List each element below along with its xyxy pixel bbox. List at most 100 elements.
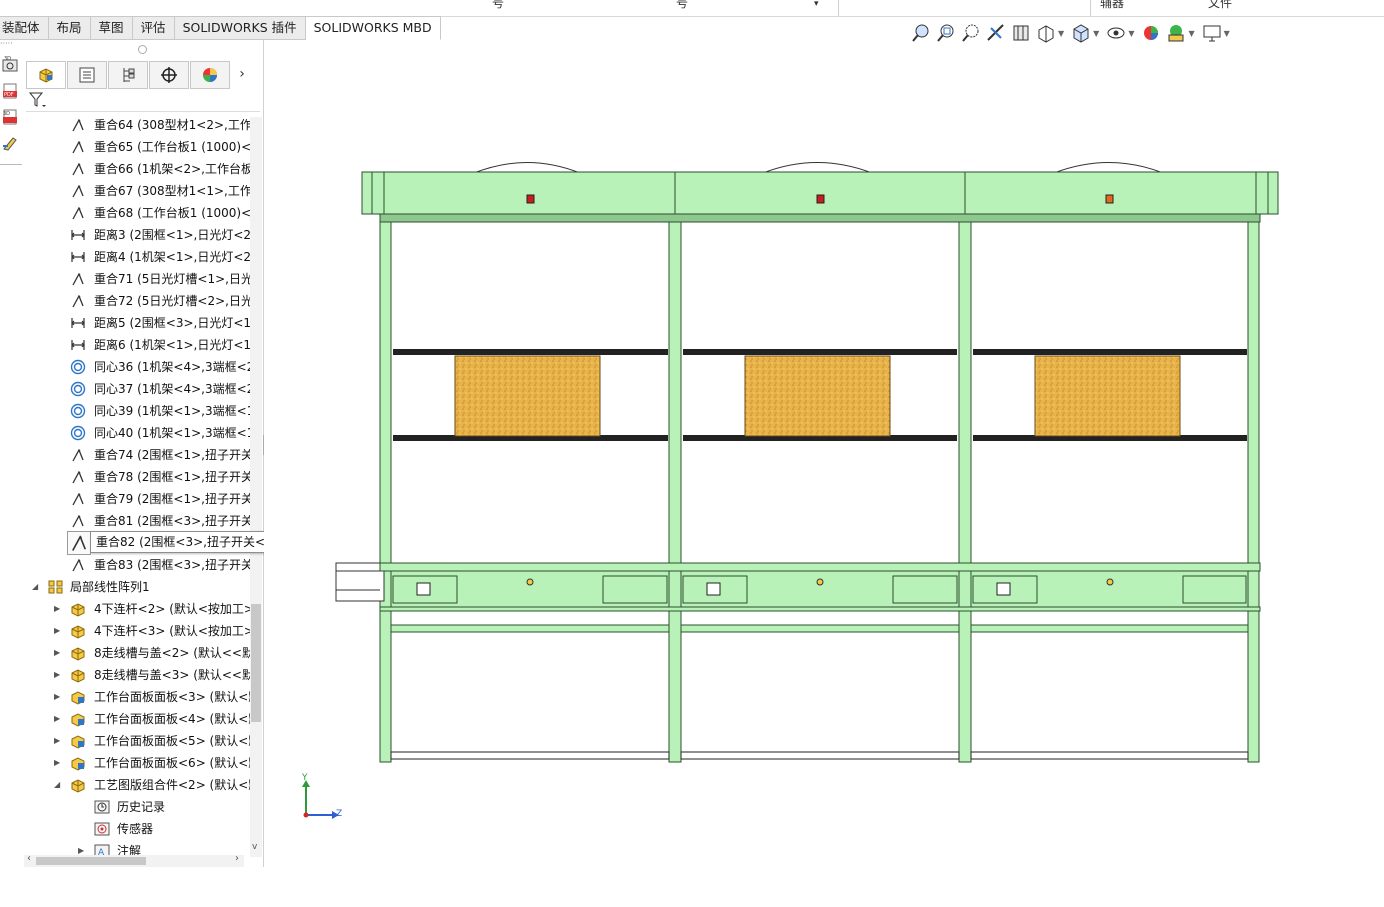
scrollbar-thumb[interactable] [251,604,261,722]
display-style-icon[interactable] [1070,22,1092,44]
tab-evaluate[interactable]: 评估 [132,16,175,40]
expand-arrow-icon[interactable]: ▶ [54,664,60,686]
3d-pdf-icon[interactable]: 3D [1,108,19,126]
model-view[interactable] [264,40,1384,867]
mate-row[interactable]: 距离4 (1机架<1>,日光灯<2> [22,246,250,268]
mate-row[interactable]: 重合78 (2围框<1>,扭子开关 [22,466,250,488]
tree-row[interactable]: ▶ 工作台面板面板<4> (默认<默 [22,708,250,730]
command-label[interactable]: 号 [676,0,688,11]
mate-row[interactable]: 重合72 (5日光灯槽<2>,日光 [22,290,250,312]
expand-arrow-icon[interactable]: ▶ [54,752,60,774]
graphics-area[interactable]: Y Z [264,40,1384,867]
command-label[interactable]: 辅器 [1100,0,1124,11]
pdf-export-icon[interactable]: PDF [1,82,19,100]
edit-appearance-icon[interactable] [1140,22,1162,44]
configurationmanager-tab[interactable] [108,61,148,89]
distance-mate-icon [71,318,85,328]
expand-arrow-icon[interactable]: ▶ [54,730,60,752]
mate-row[interactable]: 同心36 (1机架<4>,3端框<2 [22,356,250,378]
svg-text:3D: 3D [3,111,10,117]
expand-arrow-icon[interactable]: ▶ [54,686,60,708]
dimxpert-tab[interactable] [149,61,189,89]
tree-row-label: 同心37 (1机架<4>,3端框<2 [94,382,250,396]
propertymanager-tab[interactable] [67,61,107,89]
panel-grip-icon[interactable] [138,45,147,54]
mate-row[interactable]: 距离3 (2围框<1>,日光灯<2> [22,224,250,246]
mate-row[interactable]: 距离5 (2围框<3>,日光灯<1> [22,312,250,334]
mate-row[interactable]: 重合68 (工作台板1 (1000)<2 [22,202,250,224]
mate-row[interactable]: 重合74 (2围框<1>,扭子开关 [22,444,250,466]
command-label[interactable]: 文件 [1208,0,1232,11]
tree-row[interactable]: 历史记录 [22,796,250,818]
mate-row[interactable]: 重合83 (2围框<3>,扭子开关 [22,554,250,576]
chevron-down-icon[interactable]: ▼ [1188,29,1194,38]
mate-row[interactable]: 重合79 (2围框<1>,扭子开关 [22,488,250,510]
expand-arrow-icon[interactable]: ▶ [54,598,60,620]
tree-row[interactable]: ▶ 4下连杆<3> (默认<按加工> [22,620,250,642]
filter-icon[interactable] [28,91,48,109]
frame-posts [379,221,1260,763]
chevron-right-icon[interactable]: › [231,61,253,87]
tab-solidworks-mbd[interactable]: SOLIDWORKS MBD [305,16,441,40]
mate-row[interactable]: 同心37 (1机架<4>,3端框<2 [22,378,250,400]
tree-row[interactable]: ◢ 局部线性阵列1 [22,576,250,598]
subassembly-icon [71,647,85,661]
expand-arrow-icon[interactable]: ▶ [54,642,60,664]
collapse-arrow-icon[interactable]: ◢ [32,576,38,598]
previous-view-icon[interactable] [960,22,982,44]
view-settings-icon[interactable] [1201,22,1223,44]
tab-layout[interactable]: 布局 [48,16,91,40]
mate-row[interactable]: 重合81 (2围框<3>,扭子开关 [22,510,250,532]
mate-row[interactable]: 同心39 (1机架<1>,3端框<1 [22,400,250,422]
expand-arrow-icon[interactable]: ▶ [54,708,60,730]
tab-assembly[interactable]: 装配体 [0,16,49,40]
mate-row[interactable]: 重合66 (1机架<2>,工作台板 [22,158,250,180]
tree-row[interactable]: ▶ 工作台面板面板<6> (默认<默 [22,752,250,774]
filter-bar [26,89,260,112]
hide-show-items-icon[interactable] [1105,22,1127,44]
mate-row[interactable]: 同心40 (1机架<1>,3端框<1 [22,422,250,444]
zoom-to-area-icon[interactable] [935,22,957,44]
apply-scene-icon[interactable] [1165,22,1187,44]
cork-board [1034,355,1181,437]
3d-content-icon[interactable]: 3D [1,56,19,74]
tree-vertical-scrollbar[interactable] [250,117,262,857]
tree-row[interactable]: ▶ 4下连杆<2> (默认<按加工> [22,598,250,620]
tree-row-label: 重合78 (2围框<1>,扭子开关 [94,470,250,484]
appearance-tool-icon[interactable] [1,134,19,152]
chevron-down-icon[interactable]: ▼ [1058,29,1064,38]
selected-mate-row-icon-box[interactable] [67,531,91,555]
tab-sketch[interactable]: 草图 [90,16,133,40]
dynamic-annotation-icon[interactable] [1010,22,1032,44]
chevron-down-icon[interactable]: ▼ [1093,29,1099,38]
featuremanager-tab[interactable] [26,61,66,89]
tree-row[interactable]: ◢ 工艺图版组合件<2> (默认<默 [22,774,250,796]
tab-solidworks-addins[interactable]: SOLIDWORKS 插件 [174,16,306,40]
view-orientation-icon[interactable] [1035,22,1057,44]
chevron-down-icon[interactable]: ▼ [1224,29,1230,38]
mate-row[interactable]: 重合65 (工作台板1 (1000)<1 [22,136,250,158]
configurationmanager-icon [123,68,135,82]
collapse-arrow-icon[interactable]: ◢ [54,774,60,796]
expand-arrow-icon[interactable]: ▶ [54,620,60,642]
scrollbar-thumb[interactable] [36,857,146,865]
display-manager-tab[interactable] [190,61,230,89]
tree-row[interactable]: ▶ 工作台面板面板<3> (默认<默 [22,686,250,708]
scroll-left-icon[interactable]: ‹ [27,853,31,864]
tree-row[interactable]: ▶ 工作台面板面板<5> (默认<默 [22,730,250,752]
scroll-down-icon[interactable]: v [252,842,257,852]
chevron-down-icon[interactable]: ▼ [1128,29,1134,38]
command-label[interactable]: 号 [492,0,504,11]
mate-row[interactable]: 重合71 (5日光灯槽<1>,日光 [22,268,250,290]
section-view-icon[interactable] [985,22,1007,44]
mate-row[interactable]: 重合64 (308型材1<2>,工作台 [22,114,250,136]
mate-row[interactable]: 重合67 (308型材1<1>,工作台 [22,180,250,202]
chevron-down-icon[interactable]: ▾ [814,0,819,9]
scroll-right-icon[interactable]: › [235,853,239,864]
mate-row[interactable]: 距离6 (1机架<1>,日光灯<1> [22,334,250,356]
tree-row[interactable]: ▶ 8走线槽与盖<3> (默认<<默 [22,664,250,686]
tree-row-label: 4下连杆<3> (默认<按加工> [94,624,250,638]
zoom-to-fit-icon[interactable] [910,22,932,44]
tree-row[interactable]: 传感器 [22,818,250,840]
tree-row[interactable]: ▶ 8走线槽与盖<2> (默认<<默 [22,642,250,664]
